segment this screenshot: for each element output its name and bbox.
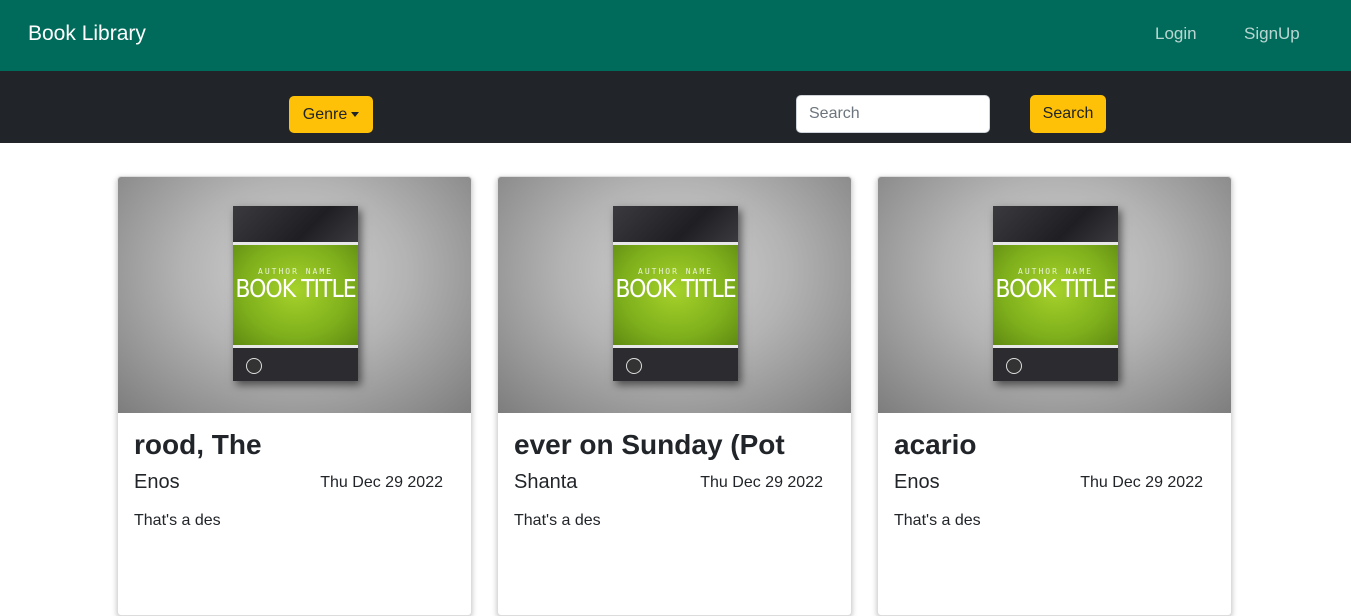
- signup-link[interactable]: SignUp: [1244, 24, 1300, 44]
- filter-bar: Genre Search: [0, 71, 1351, 143]
- book-description: That's a des: [514, 512, 601, 529]
- cover-band: AUTHOR NAME BOOK TITLE: [613, 242, 738, 348]
- book-cover: AUTHOR NAME BOOK TITLE: [233, 206, 358, 381]
- cover-top: [993, 206, 1118, 244]
- caret-down-icon: [351, 112, 360, 117]
- book-cover: AUTHOR NAME BOOK TITLE: [993, 206, 1118, 381]
- top-navbar: Book Library Login SignUp: [0, 0, 1351, 71]
- cover-title-text: BOOK TITLE: [235, 275, 356, 304]
- cover-top: [613, 206, 738, 244]
- book-cover: AUTHOR NAME BOOK TITLE: [613, 206, 738, 381]
- cover-band: AUTHOR NAME BOOK TITLE: [233, 242, 358, 348]
- book-card[interactable]: AUTHOR NAME BOOK TITLE rood, The Enos Th…: [117, 176, 472, 616]
- book-date: Thu Dec 29 2022: [1080, 474, 1203, 491]
- book-title: ever on Sunday (Pot: [514, 429, 785, 460]
- brand-link[interactable]: Book Library: [28, 22, 146, 46]
- book-date: Thu Dec 29 2022: [320, 474, 443, 491]
- book-description: That's a des: [134, 512, 221, 529]
- genre-label: Genre: [302, 105, 348, 123]
- book-description: That's a des: [894, 512, 981, 529]
- cover-badge-icon: [626, 358, 642, 374]
- cover-badge-icon: [246, 358, 262, 374]
- search-button[interactable]: Search: [1030, 95, 1106, 133]
- book-author: Shanta: [514, 471, 578, 493]
- book-cover-image: AUTHOR NAME BOOK TITLE: [118, 177, 471, 413]
- cover-top: [233, 206, 358, 244]
- book-title: rood, The: [134, 429, 262, 460]
- book-cover-image: AUTHOR NAME BOOK TITLE: [498, 177, 851, 413]
- cover-band: AUTHOR NAME BOOK TITLE: [993, 242, 1118, 348]
- search-input[interactable]: [796, 95, 990, 133]
- book-card[interactable]: AUTHOR NAME BOOK TITLE ever on Sunday (P…: [497, 176, 852, 616]
- book-date: Thu Dec 29 2022: [700, 474, 823, 491]
- cover-title-text: BOOK TITLE: [615, 275, 736, 304]
- book-author: Enos: [894, 471, 940, 493]
- book-cover-image: AUTHOR NAME BOOK TITLE: [878, 177, 1231, 413]
- cover-title-text: BOOK TITLE: [995, 275, 1116, 304]
- cover-badge-icon: [1006, 358, 1022, 374]
- genre-dropdown-button[interactable]: Genre: [289, 96, 373, 133]
- book-author: Enos: [134, 471, 180, 493]
- book-title: acario: [894, 429, 977, 460]
- book-card[interactable]: AUTHOR NAME BOOK TITLE acario Enos Thu D…: [877, 176, 1232, 616]
- login-link[interactable]: Login: [1155, 24, 1197, 44]
